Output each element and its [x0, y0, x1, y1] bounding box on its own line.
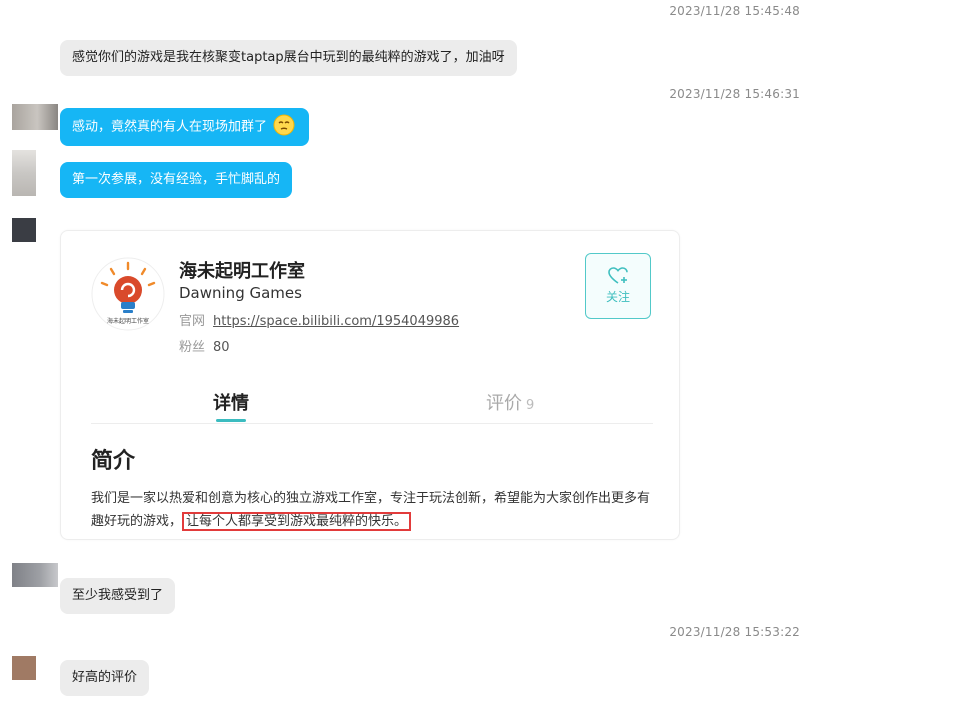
message-bubble[interactable]: 感觉你们的游戏是我在核聚变taptap展台中玩到的最纯粹的游戏了，加油呀 — [60, 40, 517, 76]
avatar[interactable] — [12, 150, 36, 196]
message-text: 至少我感受到了 — [72, 588, 164, 603]
studio-name: 海未起明工作室 — [179, 261, 305, 282]
heart-plus-icon — [608, 267, 628, 284]
follow-button[interactable]: 关注 — [585, 253, 651, 319]
avatar[interactable] — [12, 656, 36, 680]
intro-highlight: 让每个人都享受到游戏最纯粹的快乐。 — [182, 512, 412, 531]
message-bubble[interactable]: 第一次参展，没有经验，手忙脚乱的 — [60, 162, 293, 198]
tab-review[interactable]: 评价 9 — [486, 389, 534, 415]
message-text: 感动，竟然真的有人在现场加群了 — [72, 119, 268, 135]
divider — [91, 423, 653, 424]
message-text: 感觉你们的游戏是我在核聚变taptap展台中玩到的最纯粹的游戏了，加油呀 — [72, 50, 505, 65]
avatar[interactable] — [12, 104, 58, 130]
intro-text: 我们是一家以热爱和创意为核心的独立游戏工作室，专注于玩法创新，希望能为大家创作出… — [91, 487, 659, 533]
message-text: 好高的评价 — [72, 670, 138, 685]
tab-review-label: 评价 — [486, 393, 522, 414]
tab-detail[interactable]: 详情 — [213, 389, 249, 415]
studio-logo: 海未起明工作室 — [91, 257, 165, 331]
review-count: 9 — [526, 398, 535, 413]
avatar[interactable] — [12, 218, 36, 242]
timestamp: 2023/11/28 15:53:22 — [669, 625, 800, 639]
timestamp: 2023/11/28 15:46:31 — [669, 87, 800, 101]
avatar[interactable] — [12, 563, 58, 587]
message-text: 第一次参展，没有经验，手忙脚乱的 — [72, 172, 281, 187]
studio-name-en: Dawning Games — [179, 284, 302, 302]
tab-active-indicator — [216, 419, 246, 422]
fans-count: 80 — [213, 340, 230, 355]
message-bubble[interactable]: 好高的评价 — [60, 660, 150, 696]
logo-text: 海未起明工作室 — [107, 317, 149, 325]
website-label: 官网 — [179, 314, 206, 329]
follow-label: 关注 — [605, 290, 630, 304]
shared-studio-card[interactable]: 海未起明工作室 海未起明工作室 Dawning Games 官网 https://… — [60, 230, 680, 540]
intro-title: 简介 — [91, 449, 136, 474]
fans-label: 粉丝 — [179, 340, 206, 355]
website-link[interactable]: https://space.bilibili.com/1954049986 — [213, 314, 459, 329]
message-bubble[interactable]: 感动，竟然真的有人在现场加群了 — [60, 108, 310, 146]
timestamp: 2023/11/28 15:45:48 — [669, 4, 800, 18]
studio-website: 官网 https://space.bilibili.com/1954049986 — [179, 310, 459, 329]
studio-fans: 粉丝 80 — [179, 336, 230, 355]
message-bubble[interactable]: 至少我感受到了 — [60, 578, 176, 614]
emoji-icon — [273, 114, 295, 136]
